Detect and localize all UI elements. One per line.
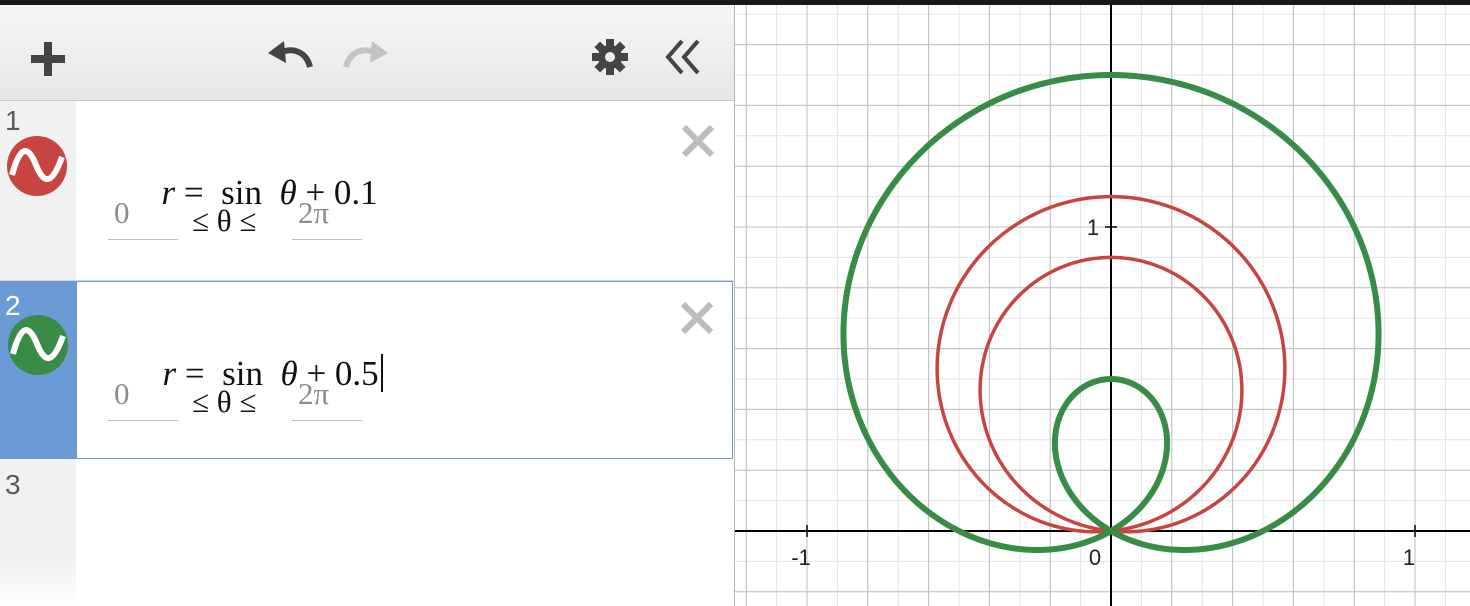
domain-min-value: 0 — [114, 195, 130, 230]
close-icon[interactable] — [679, 300, 715, 336]
plus-icon[interactable] — [28, 39, 68, 79]
expression-row-3[interactable]: 3 — [0, 459, 734, 606]
domain-max-value: 2π — [298, 195, 330, 230]
domain-max-input[interactable]: 2π — [292, 195, 362, 240]
expression-row-2[interactable]: 2 r = sin θ + 0.5 0 ≤ θ ≤ 2π — [0, 281, 733, 459]
x-tick-label: 1 — [1403, 545, 1415, 570]
graph-canvas[interactable]: -1 0 1 1 — [735, 5, 1470, 606]
curve-color-icon[interactable] — [7, 314, 69, 376]
expression-panel: 1 r = sin θ + 0.1 0 ≤ θ ≤ 2π 2 r = sin θ… — [0, 5, 734, 606]
curve-color-icon[interactable] — [6, 135, 68, 197]
redo-icon[interactable] — [340, 39, 390, 75]
expression-row-1[interactable]: 1 r = sin θ + 0.1 0 ≤ θ ≤ 2π — [0, 101, 734, 281]
undo-icon[interactable] — [266, 39, 316, 75]
double-chevron-left-icon[interactable] — [664, 37, 704, 77]
domain-min-value: 0 — [114, 376, 130, 411]
domain-min-input[interactable]: 0 — [108, 195, 178, 240]
x-tick-label: -1 — [791, 545, 811, 570]
domain-max-input[interactable]: 2π — [292, 376, 362, 421]
gear-icon[interactable] — [590, 37, 630, 77]
domain-min-input[interactable]: 0 — [108, 376, 178, 421]
graph-paper[interactable]: -1 0 1 1 — [734, 5, 1470, 606]
close-icon[interactable] — [680, 123, 716, 159]
domain-max-value: 2π — [298, 376, 330, 411]
expression-index: 1 — [5, 105, 21, 136]
y-tick-label: 1 — [1087, 215, 1099, 240]
x-tick-label: 0 — [1089, 545, 1101, 570]
domain-inequality: ≤ θ ≤ — [192, 203, 257, 238]
text-cursor — [380, 354, 383, 392]
expression-index: 3 — [5, 469, 21, 500]
expression-toolbar — [0, 5, 734, 101]
domain-inequality: ≤ θ ≤ — [192, 384, 257, 419]
